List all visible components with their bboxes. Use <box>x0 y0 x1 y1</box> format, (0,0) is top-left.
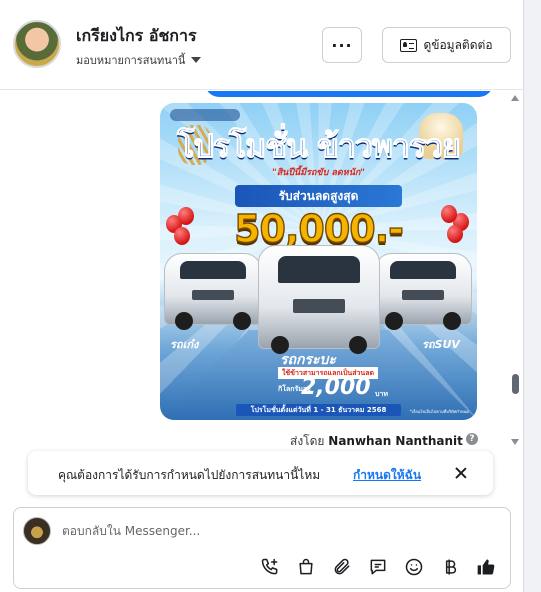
add-call-icon[interactable] <box>256 555 284 579</box>
assign-to-me-link[interactable]: กำหนดให้ฉัน <box>353 466 421 485</box>
promo-footnote: *เงื่อนไขเป็นไปตามที่บริษัทกำหนด <box>409 409 469 414</box>
reply-input[interactable] <box>62 518 482 544</box>
suv-car-graphic <box>374 253 472 330</box>
assign-conversation-label: มอบหมายการสนทนานี้ <box>76 54 186 67</box>
reply-composer <box>13 507 511 589</box>
page-avatar <box>23 517 51 545</box>
promo-label-sedan: รถเก๋ง <box>170 338 199 351</box>
contact-name[interactable]: เกรียงไกร อัชการ <box>76 24 197 49</box>
thumbs-up-icon[interactable] <box>472 555 500 579</box>
promo-image-message[interactable]: โปรโมชั่น ข้าวพารวย "สินปีนี้มีรถขับ ลดห… <box>160 103 477 420</box>
attachment-icon[interactable] <box>328 555 356 579</box>
promo-subline: "สินปีนี้มีรถขับ ลดหนัก" <box>272 168 365 178</box>
balloon-graphic <box>174 227 190 245</box>
sender-name: Nanwhan Nanthanit <box>328 434 463 448</box>
promo-period: โปรโมชั่นตั้งแต่วันที่ 1 - 31 ธันวาคม 25… <box>236 404 401 416</box>
scroll-up-arrow-icon[interactable] <box>511 95 519 101</box>
info-icon[interactable]: ? <box>466 433 478 445</box>
more-options-button[interactable]: ··· <box>322 27 362 63</box>
previous-message-bubble <box>205 91 493 97</box>
message-thread: โปรโมชั่น ข้าวพารวย "สินปีนี้มีรถขับ ลดห… <box>0 91 523 504</box>
view-contact-info-button[interactable]: ดูข้อมูลติดต่อ <box>382 27 511 63</box>
promo-discount-label: รับส่วนลดสูงสุด <box>235 185 402 207</box>
assign-to-me-banner: คุณต้องการได้รับการกำหนดไปยังการสนทนานี้… <box>28 451 493 495</box>
chevron-down-icon <box>191 57 202 63</box>
contact-avatar[interactable] <box>13 20 61 68</box>
shopping-bag-icon[interactable] <box>292 555 320 579</box>
promo-rate: 2,000 <box>301 375 371 400</box>
saved-replies-icon[interactable] <box>364 555 392 579</box>
emoji-icon[interactable] <box>400 555 428 579</box>
balloon-graphic <box>441 205 457 223</box>
sedan-car-graphic <box>164 253 262 330</box>
right-panel-edge <box>523 0 541 592</box>
sent-by-line: ส่งโดย Nanwhan Nanthanit <box>290 432 463 451</box>
promo-label-suv: รถSUV <box>422 338 460 351</box>
thread-scrollbar[interactable] <box>509 91 522 447</box>
promo-rate-unit: บาท <box>375 390 388 398</box>
promo-logo <box>170 109 240 121</box>
id-card-icon <box>400 38 418 52</box>
composer-toolbar <box>256 555 500 579</box>
view-contact-info-label: ดูข้อมูลติดต่อ <box>423 37 493 52</box>
baht-icon[interactable] <box>436 555 464 579</box>
balloon-graphic <box>178 207 194 225</box>
close-icon[interactable] <box>452 464 470 482</box>
assign-question-text: คุณต้องการได้รับการกำหนดไปยังการสนทนานี้… <box>58 468 321 482</box>
scroll-down-arrow-icon[interactable] <box>511 439 519 445</box>
sent-by-prefix: ส่งโดย <box>290 434 325 448</box>
balloon-graphic <box>447 225 463 243</box>
assign-conversation-dropdown[interactable]: มอบหมายการสนทนานี้ <box>76 51 202 69</box>
pickup-truck-graphic <box>258 245 380 354</box>
scroll-thumb[interactable] <box>512 374 519 394</box>
conversation-header: เกรียงไกร อัชการ มอบหมายการสนทนานี้ ··· … <box>0 0 523 90</box>
